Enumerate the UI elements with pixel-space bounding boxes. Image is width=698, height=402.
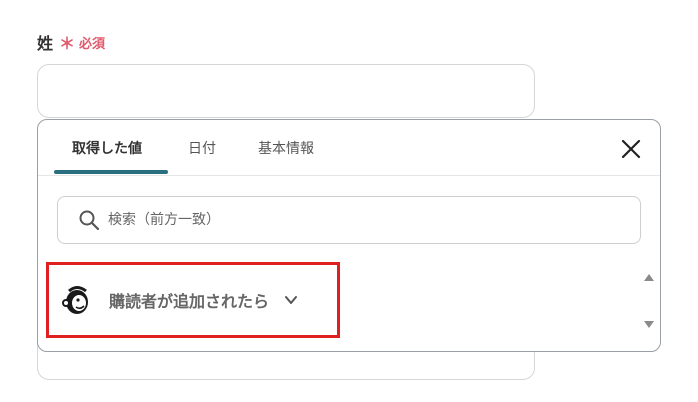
tab-acquired-values[interactable]: 取得した値 — [72, 138, 142, 158]
tab-bar: 取得した値 日付 基本情報 — [38, 120, 660, 176]
mailchimp-logo-icon — [62, 286, 88, 314]
close-icon[interactable] — [620, 138, 642, 160]
search-box[interactable] — [57, 196, 641, 244]
search-icon — [79, 210, 100, 231]
source-item-subscriber-added[interactable]: 購読者が追加されたら — [46, 262, 340, 338]
last-name-input[interactable] — [37, 64, 535, 118]
scrollbar[interactable] — [642, 270, 656, 332]
required-star: ＊ — [59, 34, 76, 53]
field-label-text: 姓 — [37, 34, 54, 53]
scroll-up-arrow-icon[interactable] — [644, 274, 654, 281]
scroll-down-arrow-icon[interactable] — [644, 321, 654, 328]
search-input[interactable] — [106, 211, 610, 229]
field-label: 姓 ＊ 必須 — [37, 30, 105, 54]
chevron-down-icon[interactable] — [283, 292, 299, 308]
value-picker-popup: 取得した値 日付 基本情報 購読者が追加されたら — [37, 119, 661, 352]
source-item-label: 購読者が追加されたら — [109, 292, 270, 311]
tab-basic-info[interactable]: 基本情報 — [258, 138, 314, 158]
active-tab-indicator — [54, 170, 168, 174]
required-text: 必須 — [79, 36, 106, 52]
tab-date[interactable]: 日付 — [188, 138, 216, 158]
